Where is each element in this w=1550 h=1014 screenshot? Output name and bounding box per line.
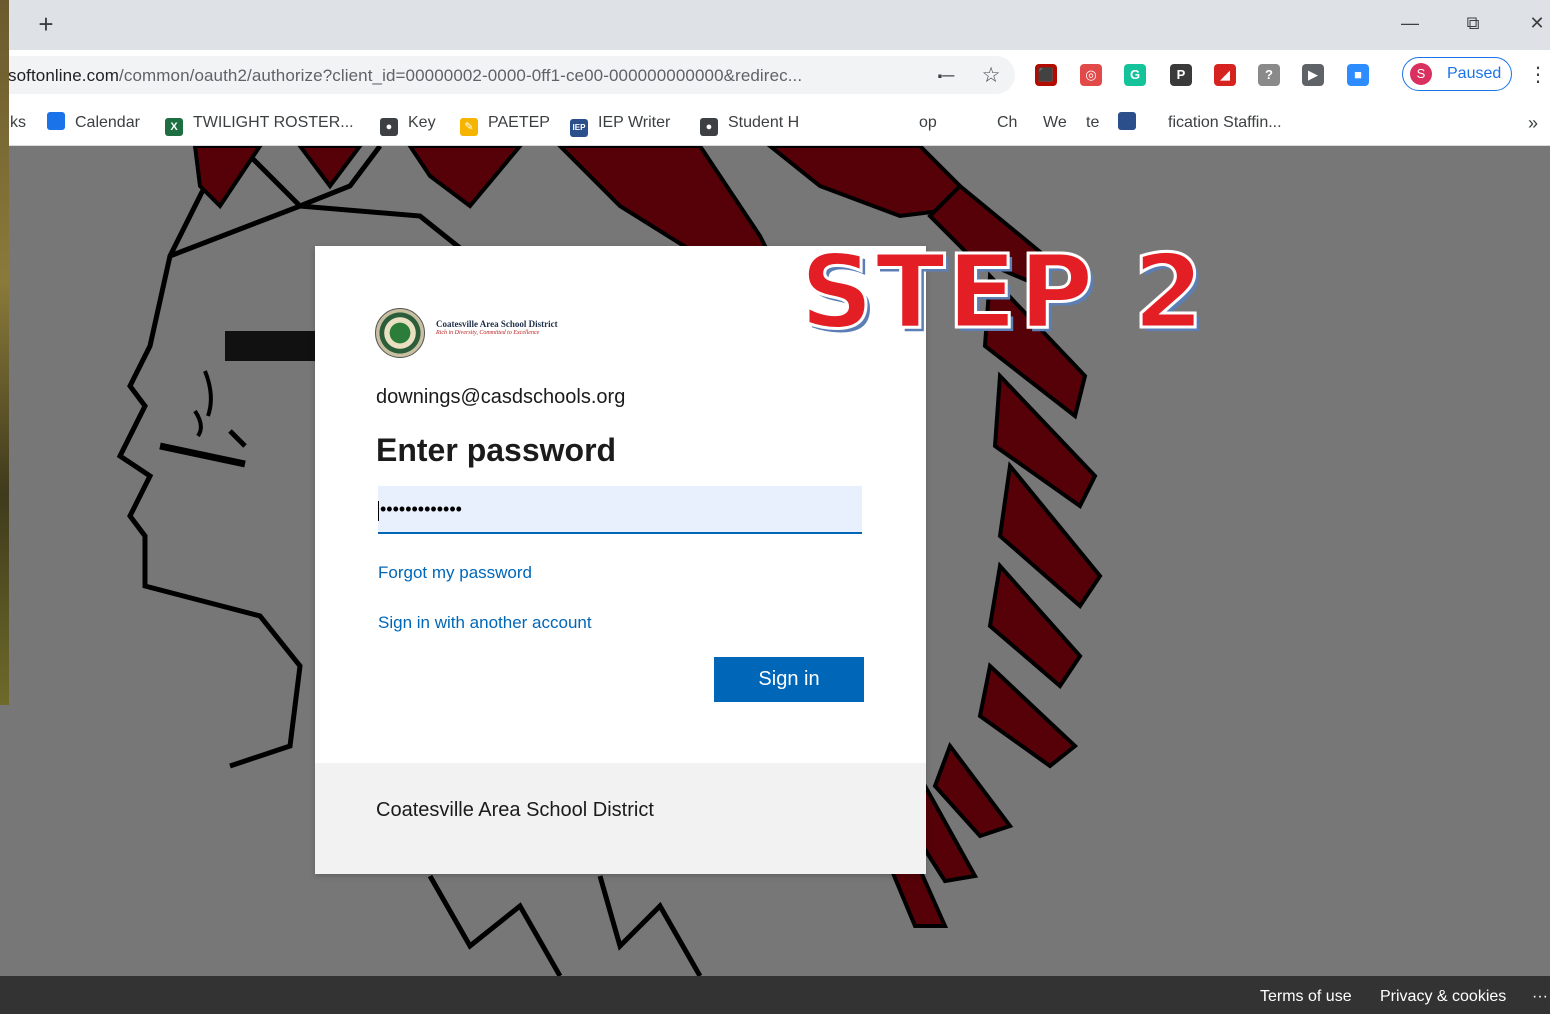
grammarly-extension-icon[interactable]: G (1124, 64, 1146, 86)
bookmark-obscured-1[interactable]: op (919, 112, 937, 134)
bookmark-label: Student H (728, 114, 800, 131)
key-icon[interactable]: ⬝─ (935, 66, 957, 86)
new-tab-button[interactable]: + (32, 10, 60, 38)
bookmark-3[interactable]: ● Key (380, 112, 436, 136)
page-footer: Terms of use Privacy & cookies ··· (0, 976, 1550, 1014)
step-label: STEP 2 (799, 233, 1206, 352)
media-extension-icon[interactable]: ▶ (1302, 64, 1324, 86)
bookmark-5[interactable]: IEP IEP Writer (570, 112, 671, 137)
card-footer: Coatesville Area School District (315, 763, 926, 874)
pen-extension-icon[interactable]: ◢ (1214, 64, 1236, 86)
excel-icon: X (165, 118, 183, 136)
bookmarks-overflow-icon[interactable]: » (1528, 112, 1538, 134)
bookmarks-bar: ks Calendar X TWILIGHT ROSTER... ● Key ✎ PAETE… (0, 100, 1550, 146)
bookmark-obscured-3[interactable]: We (1043, 112, 1067, 134)
bookmark-6[interactable]: ● Student H (700, 112, 800, 136)
calendar-icon (47, 112, 65, 130)
bookmark-obscured-2[interactable]: Ch (997, 112, 1017, 134)
globe-icon: ● (700, 118, 718, 136)
text-cursor (378, 501, 379, 521)
forgot-password-link[interactable]: Forgot my password (378, 563, 532, 583)
bookmark-2[interactable]: X TWILIGHT ROSTER... (165, 112, 354, 136)
bookmark-label: Calendar (75, 114, 140, 131)
bookmark-4[interactable]: ✎ PAETEP (460, 112, 550, 136)
help-extension-icon[interactable]: ? (1258, 64, 1280, 86)
pearltrees-extension-icon[interactable]: P (1170, 64, 1192, 86)
bookmark-label: IEP Writer (598, 114, 671, 131)
close-window-button[interactable]: ✕ (1517, 8, 1550, 38)
desktop-edge (0, 0, 9, 705)
more-options-icon[interactable]: ··· (1532, 988, 1548, 1006)
bookmark-label: fication Staffin... (1168, 114, 1282, 131)
document-icon (1118, 112, 1136, 130)
globe-icon: ● (380, 118, 398, 136)
tab-strip: + — ⧉ ✕ (0, 0, 1550, 50)
bookmark-obscured-4[interactable]: te (1086, 112, 1099, 134)
organization-name: Coatesville Area School District (376, 799, 654, 821)
bookmark-staffing[interactable]: fication Staffin... (1118, 112, 1282, 134)
district-seal-icon (375, 308, 425, 358)
address-bar[interactable]: softonline.com/common/oauth2/authorize?c… (0, 56, 1015, 94)
avatar: S (1410, 63, 1432, 85)
bookmark-label: Key (408, 114, 436, 131)
bookmark-partial[interactable]: ks (10, 112, 26, 134)
browser-menu-icon[interactable]: ⋮ (1528, 62, 1548, 88)
zoom-extension-icon[interactable]: ■ (1347, 64, 1369, 86)
bookmark-label: TWILIGHT ROSTER... (193, 114, 354, 131)
url-host: softonline.com (8, 66, 120, 85)
privacy-link[interactable]: Privacy & cookies (1380, 988, 1506, 1006)
url-path: /common/oauth2/authorize?client_id=00000… (119, 66, 803, 85)
iep-icon: IEP (570, 119, 588, 137)
profile-status: Paused (1447, 65, 1502, 82)
acrobat-extension-icon[interactable]: ⬛ (1035, 64, 1057, 86)
district-logo-name: Coatesville Area School District (436, 319, 558, 329)
page-title: Enter password (376, 432, 617, 468)
minimize-button[interactable]: — (1390, 8, 1430, 38)
spiral-extension-icon[interactable]: ◎ (1080, 64, 1102, 86)
password-input[interactable] (378, 486, 862, 534)
url-text[interactable]: softonline.com/common/oauth2/authorize?c… (8, 66, 802, 86)
pencil-icon: ✎ (460, 118, 478, 136)
star-icon[interactable]: ☆ (980, 65, 1002, 86)
sign-in-button[interactable]: Sign in (714, 657, 864, 702)
profile-button[interactable]: S Paused (1402, 57, 1512, 91)
another-account-link[interactable]: Sign in with another account (378, 613, 592, 633)
bookmark-1[interactable]: Calendar (47, 112, 140, 134)
account-email: downings@casdschools.org (376, 386, 626, 408)
district-logo-tagline: Rich in Diversity, Committed to Excellen… (436, 330, 540, 336)
bookmark-label: PAETEP (488, 114, 550, 131)
restore-button[interactable]: ⧉ (1453, 8, 1493, 38)
terms-link[interactable]: Terms of use (1260, 988, 1352, 1006)
